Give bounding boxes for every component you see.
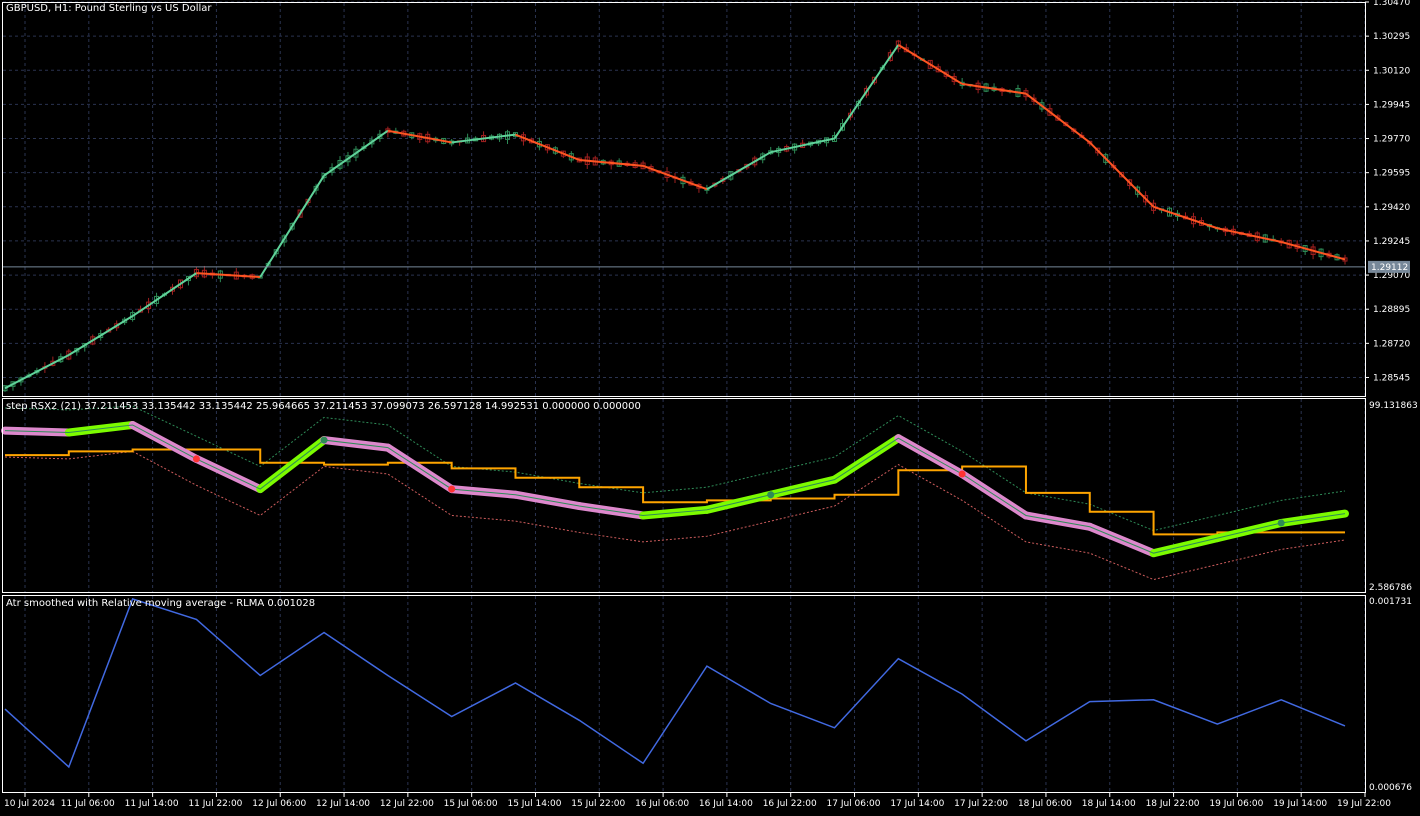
price-tick-label: 1.29595 — [1373, 169, 1410, 179]
ma-line-segment — [4, 354, 70, 390]
atr-pane-border — [2, 595, 1366, 793]
pane-borders — [2, 2, 1366, 793]
time-tick-label: 15 Jul 22:00 — [571, 799, 625, 809]
ma-line-segment — [323, 129, 389, 177]
price-pane[interactable] — [2, 39, 1365, 392]
time-tick-label: 18 Jul 06:00 — [1018, 799, 1072, 809]
rsx-pane-title: step RSX2 (21) 37.211453 33.135442 33.13… — [6, 401, 641, 412]
ma-line-segment — [642, 164, 708, 191]
time-tick-label: 17 Jul 14:00 — [890, 799, 944, 809]
ma-line-segment — [1217, 227, 1282, 243]
ma-line-segment — [897, 44, 963, 85]
rsx-max-label: 99.131863 — [1369, 401, 1418, 411]
rsx-min-label: 2.586786 — [1369, 583, 1412, 593]
time-tick-label: 16 Jul 14:00 — [699, 799, 753, 809]
time-tick-label: 12 Jul 22:00 — [380, 799, 434, 809]
time-tick-label: 18 Jul 14:00 — [1082, 799, 1136, 809]
rsx-pane-border — [2, 398, 1366, 593]
rsx-pane[interactable] — [1, 405, 1349, 581]
price-tick-label: 1.30295 — [1373, 32, 1410, 42]
ma-line-segment — [68, 315, 134, 356]
time-tick-label: 16 Jul 22:00 — [763, 799, 817, 809]
price-tick-label: 1.29945 — [1373, 100, 1410, 110]
time-tick-label: 11 Jul 06:00 — [61, 799, 115, 809]
time-tick-label: 19 Jul 22:00 — [1337, 799, 1391, 809]
time-tick-label: 12 Jul 06:00 — [252, 799, 306, 809]
ma-line-segment — [1153, 205, 1218, 230]
price-tick-label: 1.28545 — [1373, 373, 1410, 383]
time-tick-label: 16 Jul 06:00 — [635, 799, 689, 809]
time-tick-label: 10 Jul 2024 — [4, 799, 55, 809]
ma-line-segment — [132, 272, 197, 317]
atr-max-label: 0.001731 — [1369, 597, 1412, 607]
price-tick-label: 1.29245 — [1373, 237, 1410, 247]
current-price-label: 1.29112 — [1371, 263, 1408, 273]
rsx-cross-dot — [1277, 519, 1285, 527]
ma-line-segment — [259, 175, 325, 278]
atr-line — [4, 597, 1346, 769]
time-tick-label: 17 Jul 22:00 — [954, 799, 1008, 809]
time-tick-label: 19 Jul 14:00 — [1273, 799, 1327, 809]
price-tick-label: 1.28895 — [1373, 305, 1410, 315]
rsx-cross-dot — [192, 455, 200, 463]
atr-min-label: 0.000676 — [1369, 783, 1412, 793]
rsx-cross-dot — [320, 436, 328, 444]
atr-pane[interactable] — [4, 597, 1346, 769]
price-tick-label: 1.28720 — [1373, 339, 1410, 349]
ma-line-segment — [1025, 92, 1091, 144]
rsx-cross-dot — [767, 491, 775, 499]
ma-line-segment — [1089, 141, 1155, 208]
price-tick-label: 1.29420 — [1373, 203, 1410, 213]
main-pane-title: GBPUSD, H1: Pound Sterling vs US Dollar — [6, 3, 212, 14]
time-tick-label: 19 Jul 06:00 — [1209, 799, 1263, 809]
time-tick-label: 12 Jul 14:00 — [316, 799, 370, 809]
rsx-cross-dot — [958, 470, 966, 478]
ma-line-segment — [833, 44, 900, 140]
atr-pane-title: Atr smoothed with Relative moving averag… — [6, 598, 316, 609]
rsx-cross-dot — [448, 485, 456, 493]
time-tick-label: 15 Jul 14:00 — [507, 799, 561, 809]
time-tick-label: 15 Jul 06:00 — [444, 799, 498, 809]
price-tick-label: 1.30120 — [1373, 66, 1410, 76]
time-tick-label: 11 Jul 14:00 — [125, 799, 179, 809]
ma-line-segment — [706, 151, 772, 191]
time-tick-label: 17 Jul 06:00 — [827, 799, 881, 809]
time-tick-label: 18 Jul 22:00 — [1146, 799, 1200, 809]
time-tick-label: 11 Jul 22:00 — [188, 799, 242, 809]
price-tick-label: 1.29770 — [1373, 135, 1410, 145]
price-tick-label: 1.30470 — [1373, 0, 1410, 8]
main-pane-border — [2, 2, 1366, 397]
rsx-line — [4, 424, 1346, 554]
